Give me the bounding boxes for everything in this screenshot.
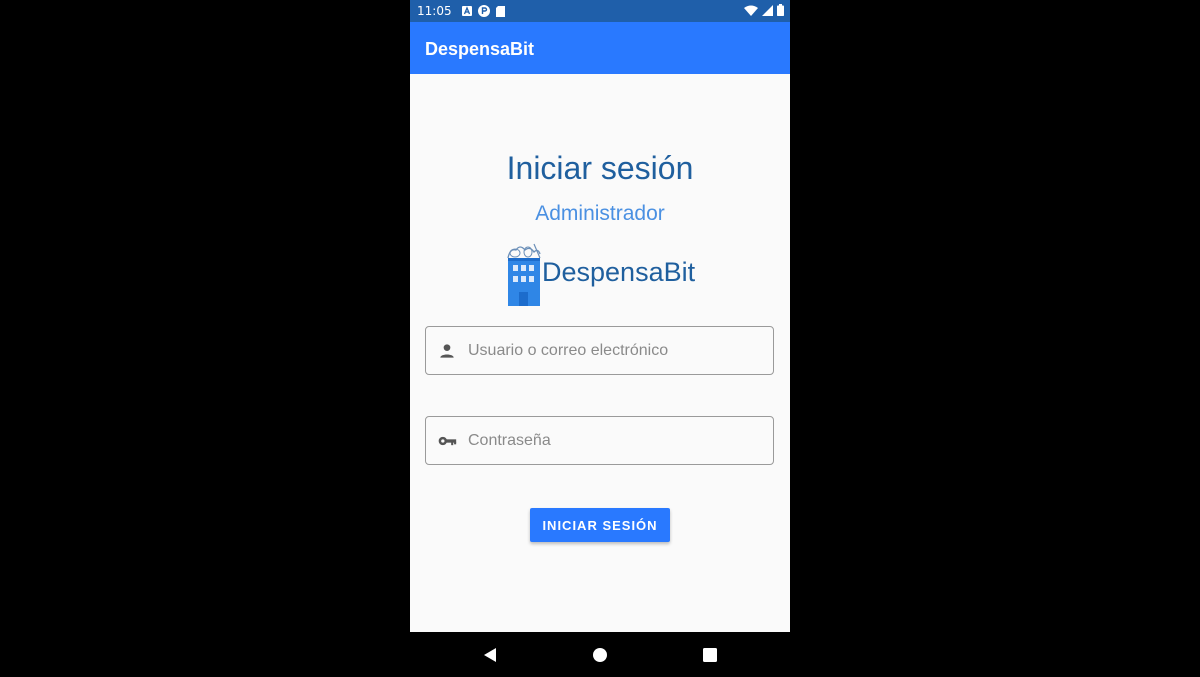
app-title: DespensaBit	[425, 39, 535, 59]
navigation-bar	[410, 632, 790, 677]
person-icon	[440, 344, 454, 358]
signal-icon	[762, 4, 773, 16]
back-icon[interactable]	[481, 646, 499, 664]
username-input[interactable]	[466, 327, 770, 375]
status-bar: 11:05	[410, 0, 790, 22]
home-icon[interactable]	[591, 646, 609, 664]
app-bar: DespensaBit	[410, 22, 790, 74]
password-field[interactable]	[425, 416, 774, 465]
key-icon	[438, 436, 457, 446]
login-button[interactable]: INICIAR SESIÓN	[530, 508, 670, 542]
logo-text: DespensaBit	[542, 257, 696, 287]
app-logo: DespensaBit	[500, 242, 710, 308]
password-input[interactable]	[466, 417, 770, 465]
page-title: Iniciar sesión	[506, 150, 694, 186]
recents-icon[interactable]	[701, 646, 719, 664]
status-icons-right	[744, 4, 784, 16]
notification-a-icon	[462, 6, 472, 16]
sd-card-icon	[496, 5, 505, 17]
notification-p-icon	[478, 5, 490, 17]
building-groceries-icon	[507, 243, 541, 306]
battery-icon	[777, 4, 784, 16]
wifi-icon	[744, 5, 758, 16]
phone-screen: 11:05 DespensaBit Iniciar sesión Adminis…	[410, 0, 790, 677]
login-content: Iniciar sesión Administrador DespensaBit…	[410, 74, 790, 632]
status-icons-left	[462, 5, 505, 17]
page-subtitle: Administrador	[535, 202, 665, 225]
username-field[interactable]	[425, 326, 774, 375]
status-time: 11:05	[417, 4, 452, 18]
